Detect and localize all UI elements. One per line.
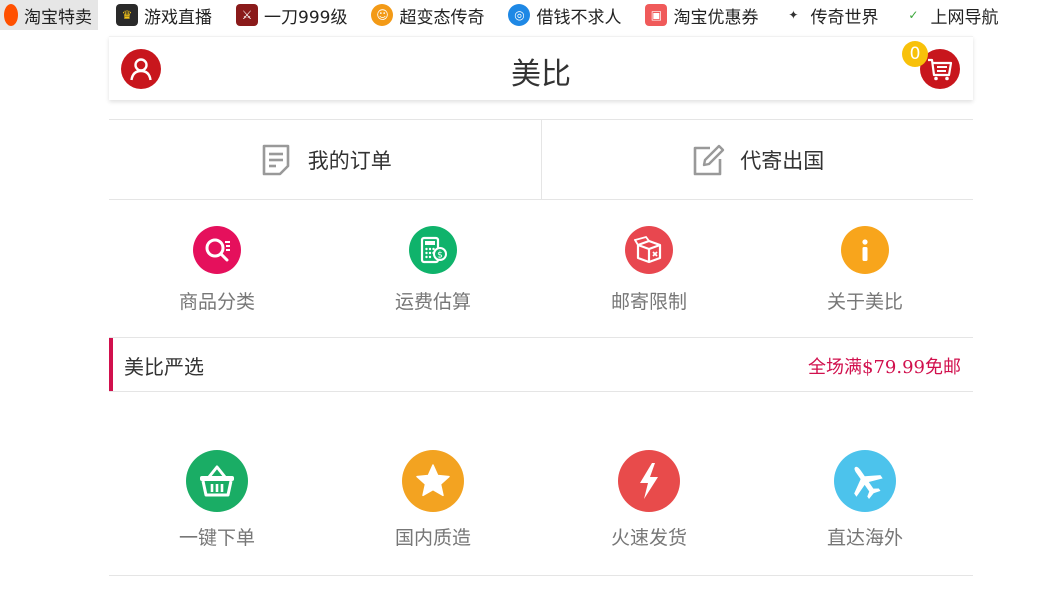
featured-section-header: 美比严选 全场满$79.99免邮	[109, 337, 973, 392]
feature-direct-overseas[interactable]: 直达海外	[757, 450, 973, 550]
section-accent-bar	[109, 338, 113, 391]
info-icon	[841, 226, 889, 274]
bookmark-game-live[interactable]: ♛ 游戏直播	[112, 0, 218, 30]
feature-label: 直达海外	[826, 527, 903, 549]
game-live-icon: ♛	[116, 4, 138, 26]
taobao-icon	[4, 4, 18, 26]
section-title: 美比严选	[124, 355, 204, 379]
edit-icon	[693, 144, 725, 175]
calculator-icon: $	[409, 226, 457, 274]
feature-label: 火速发货	[610, 527, 687, 549]
lightning-icon	[618, 450, 680, 512]
quick-links: 我的订单 代寄出国	[109, 119, 973, 200]
box-icon	[625, 226, 673, 274]
my-orders-label: 我的订单	[307, 148, 392, 173]
divider	[109, 575, 973, 576]
menu-item-label: 关于美比	[826, 291, 903, 313]
cart-icon	[928, 58, 953, 81]
smile-icon: ☺	[371, 4, 394, 26]
feature-one-click-order[interactable]: 一键下单	[109, 450, 325, 550]
bookmark-hao-nav[interactable]: ✓ 上网导航	[898, 0, 1004, 30]
bookmark-label: 一刀999级	[264, 7, 348, 28]
bookmark-coupon[interactable]: ▣ 淘宝优惠券	[641, 0, 764, 30]
bookmark-taobao-temai[interactable]: 淘宝特卖	[0, 0, 98, 30]
feature-fast-shipping[interactable]: 火速发货	[541, 450, 757, 550]
search-category-icon	[193, 226, 241, 274]
bookmark-label: 超变态传奇	[399, 7, 485, 28]
feature-label: 国内质造	[394, 527, 471, 549]
bookmark-label: 借钱不求人	[536, 7, 622, 28]
page-title: 美比	[511, 57, 571, 92]
menu-item-label: 商品分类	[178, 291, 255, 313]
bookmark-legend-world[interactable]: ✦ 传奇世界	[778, 0, 884, 30]
ship-abroad-label: 代寄出国	[740, 148, 825, 173]
menu-grid: 商品分类 $ 运费估算 邮寄限制 关于美比	[109, 226, 973, 314]
order-list-icon	[262, 144, 290, 175]
loan-icon: ◎	[508, 4, 531, 26]
free-shipping-promo: 全场满$79.99免邮	[808, 357, 961, 378]
coupon-icon: ▣	[645, 4, 668, 26]
basket-icon	[186, 450, 248, 512]
feature-label: 一键下单	[178, 527, 255, 549]
menu-item-about[interactable]: 关于美比	[757, 226, 973, 314]
bookmark-loan[interactable]: ◎ 借钱不求人	[504, 0, 627, 30]
app-header: 美比 0	[109, 36, 973, 100]
menu-item-label: 运费估算	[394, 291, 471, 313]
menu-item-mail-limits[interactable]: 邮寄限制	[541, 226, 757, 314]
my-orders-link[interactable]: 我的订单	[109, 120, 541, 199]
bookmark-label: 传奇世界	[810, 7, 879, 28]
bookmark-label: 淘宝优惠券	[673, 7, 759, 28]
bookmark-yidao[interactable]: ⚔ 一刀999级	[232, 0, 353, 30]
legend-icon: ✦	[782, 4, 805, 26]
plane-icon	[834, 450, 896, 512]
bookmark-label: 淘宝特卖	[24, 7, 92, 28]
menu-item-shipping-estimate[interactable]: $ 运费估算	[325, 226, 541, 314]
bookmark-label: 上网导航	[930, 7, 999, 28]
bookmarks-bar: 淘宝特卖 ♛ 游戏直播 ⚔ 一刀999级 ☺ 超变态传奇 ◎ 借钱不求人 ▣ 淘…	[0, 0, 1046, 30]
feature-domestic-quality[interactable]: 国内质造	[325, 450, 541, 550]
cart-count-badge: 0	[902, 41, 928, 67]
menu-item-label: 邮寄限制	[610, 291, 687, 313]
menu-item-category[interactable]: 商品分类	[109, 226, 325, 314]
bookmark-label: 游戏直播	[144, 7, 212, 28]
hao-icon: ✓	[902, 4, 925, 26]
game-icon: ⚔	[236, 4, 258, 26]
svg-text:$: $	[437, 251, 443, 261]
star-icon	[402, 450, 464, 512]
ship-abroad-link[interactable]: 代寄出国	[540, 120, 974, 199]
bookmark-chuanqi[interactable]: ☺ 超变态传奇	[367, 0, 490, 30]
feature-grid: 一键下单 国内质造 火速发货 直达海外	[109, 450, 973, 550]
